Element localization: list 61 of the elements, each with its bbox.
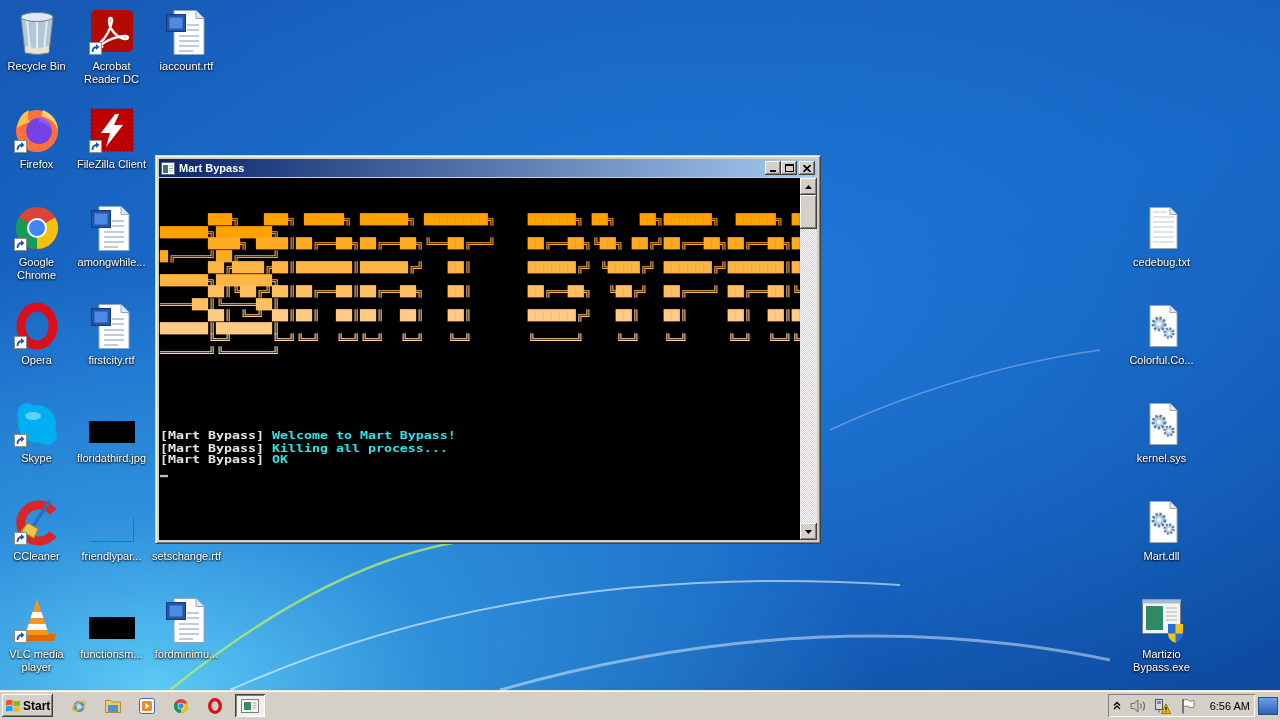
window-app-icon	[241, 698, 259, 713]
log-message: Welcome to Mart Bypass!	[271, 430, 456, 442]
up-arrow-icon	[805, 184, 812, 189]
desktop-icon-label[interactable]: cedebug.txt	[1133, 256, 1190, 269]
desktop-icon-label[interactable]: setschange.rtf	[151, 550, 222, 563]
desktop-icon-label[interactable]: Opera	[21, 354, 52, 367]
network-warning-icon[interactable]	[1153, 697, 1171, 714]
desktop-icon-label[interactable]: friendlypar...	[81, 550, 142, 563]
chevron-up-icon[interactable]	[1112, 701, 1121, 710]
log-prefix: [Mart Bypass]	[160, 454, 264, 466]
close-icon	[803, 164, 811, 172]
minimize-icon	[770, 169, 776, 172]
maximize-icon	[784, 164, 794, 172]
maximize-button[interactable]	[781, 161, 797, 175]
desktop-icon-label[interactable]: Acrobat Reader DC	[75, 60, 148, 86]
desktop-icon-label[interactable]: iaccount.rtf	[159, 60, 214, 73]
console-app-icon	[161, 161, 175, 175]
desktop-icon-label[interactable]: Google Chrome	[0, 256, 73, 282]
desktop-icon-label[interactable]: amongwhile...	[77, 256, 146, 269]
ascii-art-banner-line: ████╗ ████║██╔══██╗██╔══██╗╚══██╔══╝ ██╔══██╗╚██╗ ██╔╝██╔══██╗██╔══██╗██╔════╝██╔════╝	[160, 238, 800, 262]
text-cursor	[160, 475, 168, 477]
desktop-icon-label[interactable]: kernel.sys	[1136, 452, 1187, 465]
ascii-art-banner-line: ███╗ ███╗ █████╗ ██████╗ ████████╗ ██████╗ ██╗ ██╗██████╗ █████╗ ███████╗███████╗	[160, 214, 800, 238]
scroll-up-button[interactable]	[800, 178, 817, 195]
desktop-icon-label[interactable]: Martizio Bypass.exe	[1125, 648, 1198, 674]
desktop-icon-label[interactable]: Recycle Bin	[7, 60, 66, 73]
photo-placeholder[interactable]	[88, 617, 135, 639]
ascii-art-banner-line: ╚═╝ ╚═╝╚═╝ ╚═╝╚═╝ ╚═╝ ╚═╝ ╚═════╝ ╚═╝ ╚═╝ ╚═╝ ╚═╝╚══════╝╚══════╝	[160, 334, 800, 358]
desktop-icon-label[interactable]: Colorful.Co...	[1129, 354, 1194, 367]
desktop-icon-label[interactable]: floridathird.jpg	[76, 452, 147, 465]
start-button[interactable]: Start	[2, 694, 53, 717]
desktop-icon-label[interactable]: Firefox	[19, 158, 54, 171]
window-title: Mart Bypass	[179, 162, 245, 174]
scrollbar-thumb[interactable]	[800, 195, 817, 229]
speaker-icon[interactable]	[1129, 698, 1147, 713]
scroll-down-button[interactable]	[800, 523, 817, 540]
opera-icon[interactable]	[207, 697, 223, 714]
windows-flag-icon	[5, 698, 21, 713]
photo-placeholder[interactable]	[88, 421, 135, 443]
log-message: OK	[271, 454, 288, 466]
desktop-icon-label[interactable]: Skype	[21, 452, 52, 465]
flag-icon[interactable]	[1180, 697, 1195, 714]
desktop-icon-label[interactable]: FileZilla Client	[76, 158, 147, 171]
taskbar-window-button[interactable]	[235, 694, 265, 717]
minimize-button[interactable]	[765, 161, 781, 175]
ascii-art-banner-line: ██║╚██╔╝██║██╔══██║██╔══██╗ ██║ ██╔══██╗ ╚██╔╝ ██╔═══╝ ██╔══██║╚════██║╚════██║	[160, 286, 800, 310]
clock: 6:56 AM	[1209, 699, 1250, 712]
desktop-icon-label[interactable]: Mart.dll	[1143, 550, 1180, 563]
log-prefix: [Mart Bypass]	[160, 430, 264, 442]
close-button[interactable]	[799, 161, 815, 175]
log-prefix: [Mart Bypass]	[160, 442, 264, 454]
down-arrow-icon	[805, 529, 812, 534]
ascii-art-banner-line: ██╔████╔██║███████║██████╔╝ ██║ ██████╔╝ ╚████╔╝ ██████╔╝███████║███████╗███████╗	[160, 262, 800, 286]
desktop-icon-label[interactable]: CCleaner	[13, 550, 60, 563]
media-player-icon[interactable]	[139, 697, 155, 714]
ascii-art-banner-line: ██║ ╚═╝ ██║██║ ██║██║ ██║ ██║ ██████╔╝ ██║ ██║ ██║ ██║███████║███████║	[160, 310, 800, 334]
log-message: Killing all process...	[271, 442, 448, 454]
filezilla-icon[interactable]	[87, 106, 136, 154]
show-desktop-button[interactable]	[1258, 696, 1278, 715]
desktop-icon-label[interactable]: firstcity.rtf	[88, 354, 135, 367]
chrome-icon[interactable]	[173, 697, 189, 714]
